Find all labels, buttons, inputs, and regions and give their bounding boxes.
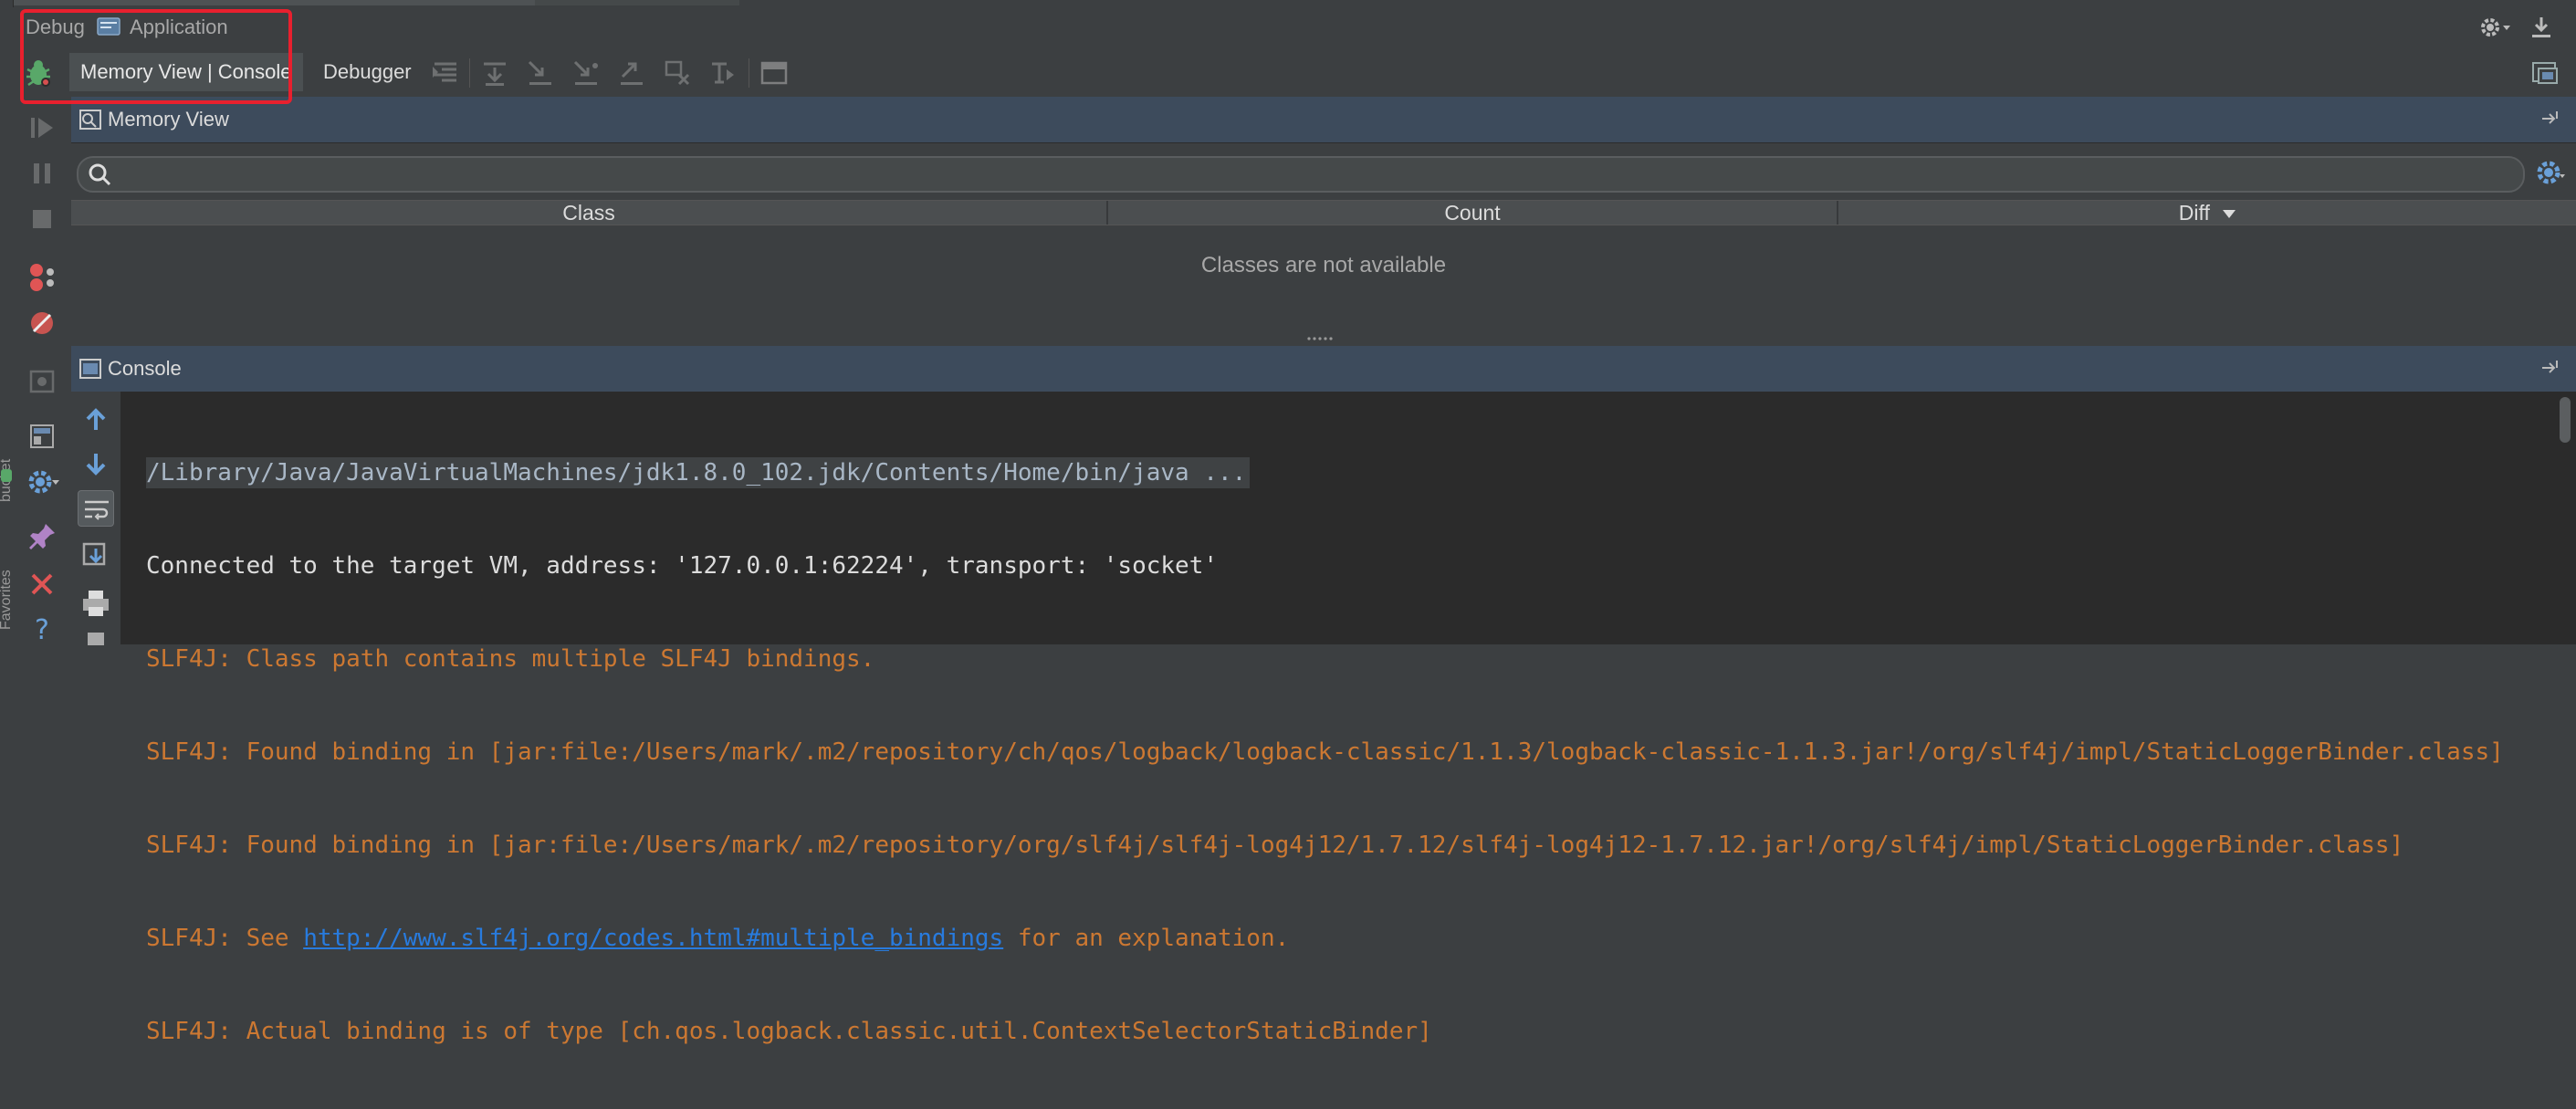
debug-side-toolbar: ? [13, 97, 72, 646]
mute-breakpoints-icon[interactable] [24, 305, 60, 341]
debug-window-header: Debug Application [13, 7, 2576, 48]
class-search-input[interactable] [119, 160, 2496, 189]
console-icon [79, 357, 102, 381]
force-step-into-icon[interactable] [570, 57, 602, 89]
step-over-icon[interactable] [478, 57, 511, 89]
console-line-slf4j-see: SLF4J: See http://www.slf4j.org/codes.ht… [146, 923, 2504, 954]
step-out-icon[interactable] [615, 57, 648, 89]
memory-settings-gear-icon[interactable] [2534, 156, 2567, 189]
sort-descending-icon [2223, 210, 2236, 219]
down-arrow-icon[interactable] [78, 446, 114, 483]
view-breakpoints-icon[interactable] [24, 259, 60, 296]
console-header: Console [71, 346, 2576, 392]
console-output[interactable]: /Library/Java/JavaVirtualMachines/jdk1.8… [71, 392, 2576, 1045]
settings-gear-icon[interactable] [24, 464, 60, 500]
empty-classes-message: Classes are not available [1200, 253, 1447, 277]
minimize-icon[interactable] [2529, 15, 2554, 40]
leaf-icon [1, 469, 12, 482]
column-header-count[interactable]: Count [1108, 201, 1838, 225]
tool-window-strip: bucket Favorites [0, 0, 14, 644]
run-to-cursor-icon[interactable] [707, 57, 739, 89]
column-header-diff[interactable]: Diff [1838, 201, 2576, 225]
see-suffix: for an explanation. [1003, 925, 1290, 952]
soft-wrap-icon[interactable] [78, 490, 114, 527]
memory-view-title: Memory View [108, 108, 229, 131]
scroll-to-end-icon[interactable] [78, 538, 114, 574]
gear-icon[interactable] [2477, 15, 2514, 40]
console-line-slf4j: SLF4J: Actual binding is of type [ch.qos… [146, 1018, 1432, 1045]
tab-strip-segment [535, 0, 739, 5]
toolbar-separator [469, 58, 470, 88]
get-thread-dump-icon[interactable] [24, 363, 60, 400]
step-into-icon[interactable] [524, 57, 557, 89]
slf4j-bindings-link[interactable]: http://www.slf4j.org/codes.html#multiple… [303, 925, 1003, 952]
memory-view-icon [79, 108, 102, 131]
help-icon[interactable]: ? [24, 610, 60, 646]
evaluate-expression-icon[interactable] [758, 57, 791, 89]
memory-view-header: Memory View [71, 97, 2576, 143]
console-line-slf4j: SLF4J: Found binding in [jar:file:/Users… [146, 832, 2404, 859]
tab-debugger[interactable]: Debugger [312, 53, 423, 91]
restore-layout-icon[interactable] [2529, 57, 2561, 89]
console-lines: /Library/Java/JavaVirtualMachines/jdk1.8… [146, 395, 2504, 1109]
console-line-connected: Connected to the target VM, address: '12… [146, 552, 1218, 580]
annotation-highlight-box [20, 9, 292, 104]
debug-tab-row: Memory View | Console Debugger [13, 47, 2576, 98]
up-arrow-icon[interactable] [78, 401, 114, 437]
restore-layout-icon[interactable] [24, 418, 60, 455]
see-prefix: SLF4J: See [146, 925, 304, 952]
memory-view-body: Class Count Diff Classes are not availab… [71, 143, 2576, 346]
column-header-class[interactable]: Class [71, 201, 1108, 225]
close-icon[interactable] [24, 566, 60, 602]
diff-label: Diff [2178, 201, 2210, 225]
console-title: Console [108, 357, 182, 380]
svg-text:?: ? [35, 614, 49, 646]
search-icon [88, 162, 113, 188]
tool-window-label-upper[interactable]: bucket [0, 383, 14, 502]
pin-panel-icon[interactable] [2539, 357, 2561, 379]
console-line-slf4j: SLF4J: Found binding in [jar:file:/Users… [146, 738, 2504, 766]
clear-all-icon[interactable] [78, 627, 114, 664]
pause-icon[interactable] [24, 155, 60, 192]
pin-tab-icon[interactable] [24, 518, 60, 555]
drop-frame-icon[interactable] [661, 57, 694, 89]
tab-strip-segment [13, 0, 535, 5]
stop-icon[interactable] [24, 201, 60, 237]
classes-table-header: Class Count Diff [71, 200, 2576, 225]
pin-panel-icon[interactable] [2539, 108, 2561, 130]
console-side-toolbar [71, 392, 121, 645]
resume-icon[interactable] [24, 110, 60, 146]
console-line-command[interactable]: /Library/Java/JavaVirtualMachines/jdk1.8… [146, 457, 1251, 488]
show-execution-point-icon[interactable] [429, 57, 462, 89]
console-scrollbar-thumb[interactable] [2560, 397, 2571, 443]
print-icon[interactable] [78, 585, 114, 622]
console-line-slf4j: SLF4J: Class path contains multiple SLF4… [146, 645, 875, 673]
splitter-grip-icon[interactable] [1305, 330, 1338, 340]
class-search-field[interactable] [77, 156, 2525, 193]
tool-window-label-favorites[interactable]: Favorites [0, 511, 14, 630]
